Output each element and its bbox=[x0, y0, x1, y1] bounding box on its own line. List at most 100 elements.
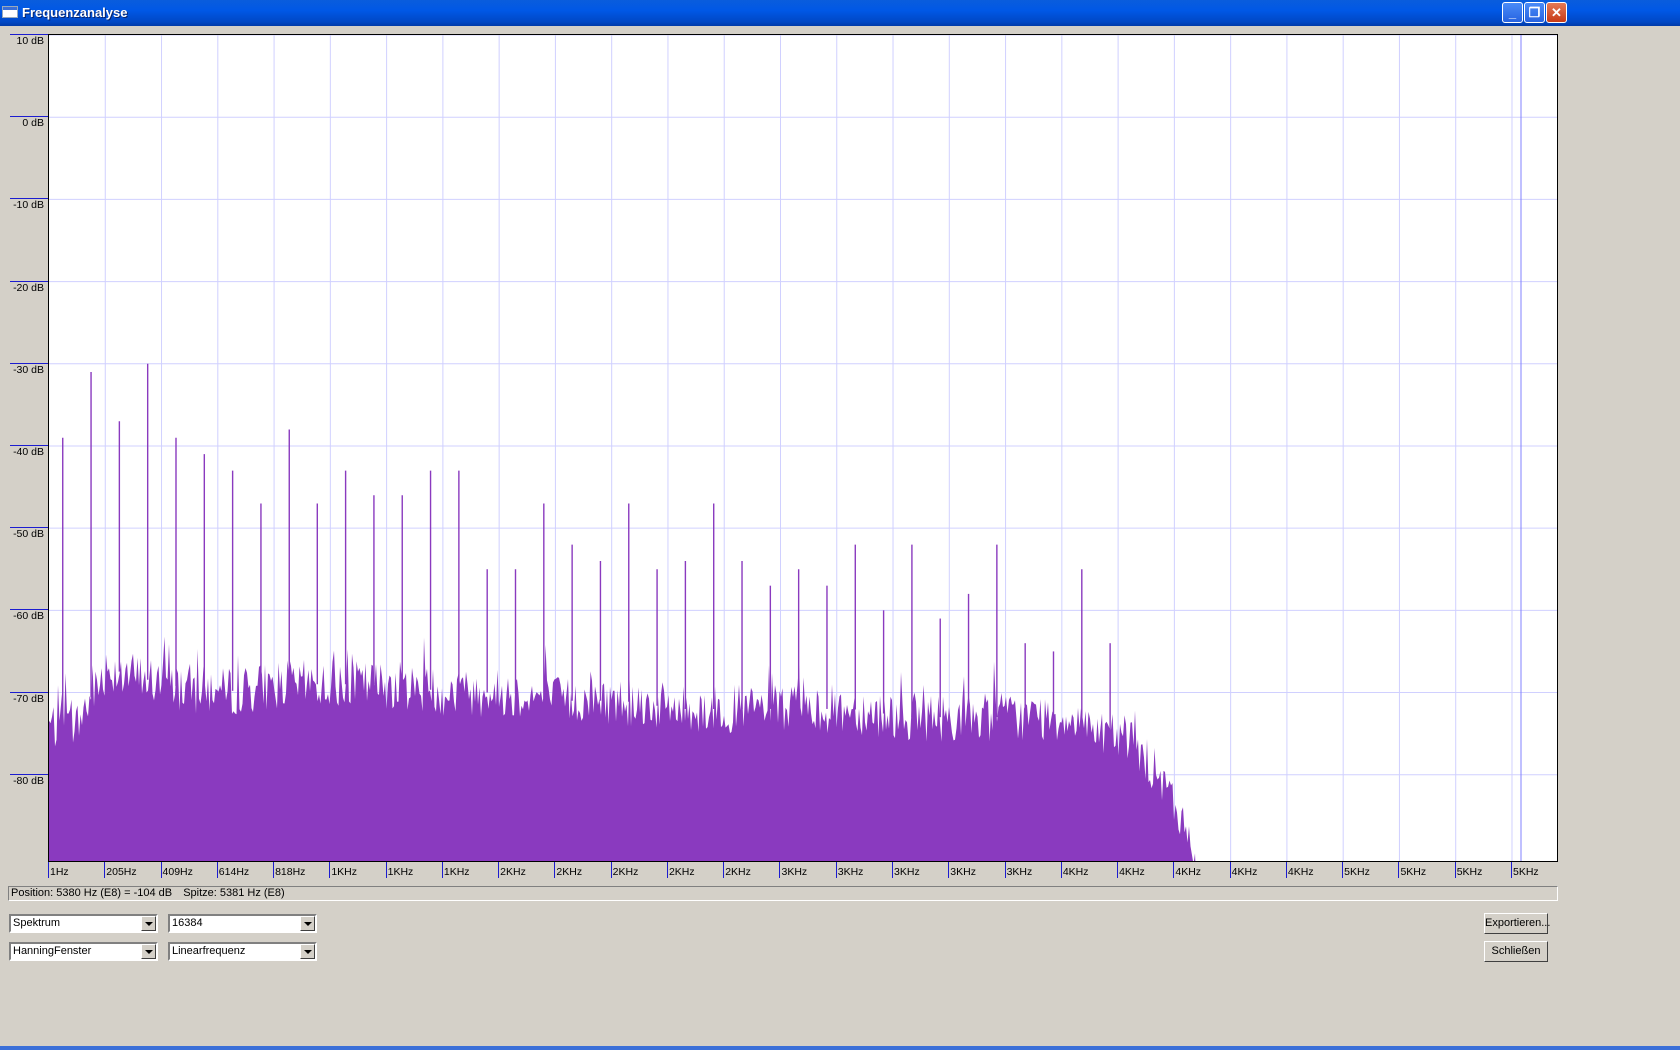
chevron-down-icon[interactable] bbox=[300, 944, 315, 959]
x-tick-label: 3KHz bbox=[781, 866, 808, 878]
x-tick-label: 3KHz bbox=[950, 866, 976, 878]
window-bottom-border bbox=[0, 1046, 1680, 1050]
axis-select[interactable]: Linearfrequenz bbox=[168, 942, 317, 961]
window-title: Frequenzanalyse bbox=[22, 5, 128, 20]
x-tick-label: 5KHz bbox=[1456, 866, 1483, 878]
x-tick-label: 4KHz bbox=[1119, 866, 1145, 878]
y-tick-label: -40 dB bbox=[13, 445, 44, 458]
peak-readout: Spitze: 5381 Hz (E8) bbox=[183, 887, 285, 899]
x-tick bbox=[273, 862, 275, 878]
chevron-down-icon[interactable] bbox=[300, 916, 315, 931]
x-tick bbox=[892, 862, 894, 878]
y-tick bbox=[10, 609, 48, 611]
y-tick-label: -10 dB bbox=[13, 199, 44, 212]
x-tick-label: 3KHz bbox=[1006, 866, 1033, 878]
chevron-down-icon[interactable] bbox=[141, 916, 156, 931]
x-tick-label: 4KHz bbox=[1231, 866, 1258, 878]
y-tick-label: -70 dB bbox=[13, 692, 44, 705]
y-tick-label: -60 dB bbox=[13, 610, 44, 623]
x-tick bbox=[329, 862, 331, 878]
x-tick bbox=[779, 862, 781, 878]
x-tick-label: 2KHz bbox=[668, 866, 695, 878]
axis-value: Linearfrequenz bbox=[172, 945, 246, 957]
x-tick bbox=[1510, 862, 1512, 878]
status-bar: Position: 5380 Hz (E8) = -104 dB Spitze:… bbox=[8, 886, 1558, 901]
spectrum-svg bbox=[49, 35, 1557, 861]
x-tick bbox=[48, 862, 49, 878]
x-tick-label: 1Hz bbox=[50, 866, 69, 878]
x-tick bbox=[1229, 862, 1231, 878]
x-tick bbox=[160, 862, 162, 878]
x-tick-label: 1KHz bbox=[387, 866, 414, 878]
window-function-value: HanningFenster bbox=[13, 945, 92, 957]
x-tick-label: 2KHz bbox=[725, 866, 751, 878]
x-tick bbox=[948, 862, 950, 878]
x-tick-label: 5KHz bbox=[1344, 866, 1370, 878]
algorithm-select[interactable]: Spektrum bbox=[9, 914, 158, 933]
y-tick-label: -30 dB bbox=[13, 363, 44, 376]
x-tick-label: 2KHz bbox=[612, 866, 639, 878]
x-tick-label: 2KHz bbox=[500, 866, 526, 878]
x-tick bbox=[104, 862, 106, 878]
y-tick bbox=[10, 444, 48, 446]
x-tick-label: 5KHz bbox=[1512, 866, 1539, 878]
x-tick-label: 409Hz bbox=[162, 866, 193, 878]
x-tick-label: 5KHz bbox=[1400, 866, 1427, 878]
title-bar[interactable]: Frequenzanalyse _ ❐ ✕ bbox=[0, 0, 1680, 26]
x-tick-label: 4KHz bbox=[1062, 866, 1089, 878]
minimize-button[interactable]: _ bbox=[1502, 2, 1523, 23]
y-tick bbox=[10, 198, 48, 200]
x-tick bbox=[1454, 862, 1456, 878]
window-function-select[interactable]: HanningFenster bbox=[9, 942, 158, 961]
x-tick bbox=[498, 862, 500, 878]
x-tick-label: 1KHz bbox=[331, 866, 358, 878]
x-tick bbox=[835, 862, 837, 878]
y-tick bbox=[10, 34, 48, 35]
y-tick-label: 0 dB bbox=[22, 117, 44, 130]
x-tick bbox=[1398, 862, 1400, 878]
x-tick-label: 3KHz bbox=[837, 866, 864, 878]
x-tick bbox=[1117, 862, 1119, 878]
size-value: 16384 bbox=[172, 917, 203, 929]
x-tick-label: 2KHz bbox=[556, 866, 583, 878]
x-tick bbox=[1342, 862, 1344, 878]
close-button[interactable]: Schließen bbox=[1484, 941, 1548, 962]
x-tick bbox=[554, 862, 556, 878]
close-window-button[interactable]: ✕ bbox=[1546, 2, 1567, 23]
x-tick bbox=[1285, 862, 1287, 878]
restore-button[interactable]: ❐ bbox=[1524, 2, 1545, 23]
window-icon bbox=[2, 6, 18, 18]
x-tick-label: 4KHz bbox=[1175, 866, 1202, 878]
x-tick bbox=[1004, 862, 1006, 878]
y-tick bbox=[10, 691, 48, 693]
x-tick bbox=[610, 862, 612, 878]
x-tick bbox=[666, 862, 668, 878]
y-tick bbox=[10, 773, 48, 775]
spectrum-area bbox=[49, 636, 1196, 861]
y-tick bbox=[10, 362, 48, 364]
x-tick-label: 614Hz bbox=[218, 866, 250, 878]
y-tick-label: -50 dB bbox=[13, 528, 44, 541]
x-tick-label: 4KHz bbox=[1287, 866, 1314, 878]
position-readout: Position: 5380 Hz (E8) = -104 dB bbox=[11, 887, 173, 899]
size-select[interactable]: 16384 bbox=[168, 914, 317, 933]
x-tick bbox=[1060, 862, 1062, 878]
y-tick-label: -20 dB bbox=[13, 281, 44, 294]
spectrum-plot[interactable] bbox=[48, 34, 1558, 862]
x-tick-label: 818Hz bbox=[275, 866, 306, 878]
x-tick bbox=[216, 862, 218, 878]
x-tick bbox=[1173, 862, 1175, 878]
x-tick-label: 205Hz bbox=[106, 866, 137, 878]
y-tick bbox=[10, 280, 48, 282]
y-tick bbox=[10, 527, 48, 529]
x-tick bbox=[385, 862, 387, 878]
x-tick-label: 1KHz bbox=[443, 866, 470, 878]
y-tick-label: -80 dB bbox=[13, 774, 44, 787]
x-tick bbox=[723, 862, 725, 878]
y-tick bbox=[10, 116, 48, 118]
x-tick-label: 3KHz bbox=[894, 866, 920, 878]
algorithm-value: Spektrum bbox=[13, 917, 61, 929]
x-tick bbox=[441, 862, 443, 878]
export-button[interactable]: Exportieren... bbox=[1484, 913, 1550, 934]
chevron-down-icon[interactable] bbox=[141, 944, 156, 959]
